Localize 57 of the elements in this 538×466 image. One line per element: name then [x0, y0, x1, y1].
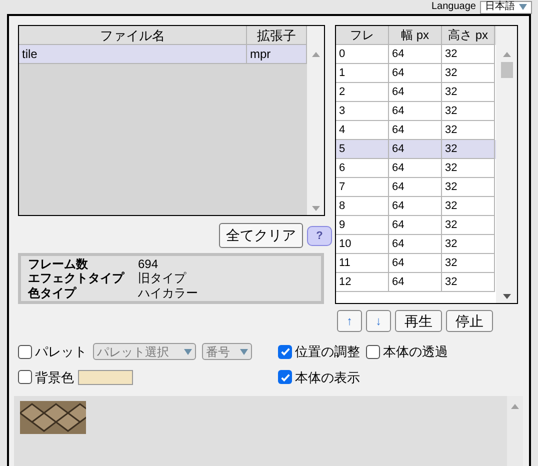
scroll-up-icon[interactable]	[502, 52, 510, 57]
frame-row[interactable]: 3 64 32	[336, 102, 496, 121]
frame-row[interactable]: 10 64 32	[336, 235, 496, 254]
scroll-up-icon[interactable]	[312, 52, 320, 57]
frame-row[interactable]: 1 64 32	[336, 64, 496, 83]
checkbox[interactable]	[18, 370, 32, 384]
frame-row[interactable]: 9 64 32	[336, 216, 496, 235]
table-cell: 12	[336, 273, 389, 292]
color-swatch[interactable]	[78, 370, 133, 385]
checkbox-label: パレット	[35, 343, 87, 361]
stone-tile-image	[20, 401, 86, 434]
language-dropdown[interactable]: 日本語	[480, 0, 532, 14]
table-cell: tile	[19, 45, 247, 64]
playback-button[interactable]: 再生	[395, 310, 442, 332]
clear-all-button[interactable]: 全てクリア	[219, 223, 303, 248]
scroll-thumb[interactable]	[500, 62, 512, 78]
table-cell: 32	[442, 273, 495, 292]
checkbox-label: 本体の表示	[295, 368, 360, 386]
info-label: フレーム数	[28, 257, 89, 272]
info-label: 色タイプ	[28, 286, 78, 300]
info-value: ハイカラー	[138, 286, 199, 300]
frame-row[interactable]: 2 64 32	[336, 83, 496, 102]
scroll-down-icon[interactable]	[502, 294, 510, 299]
info-value: 旧タイプ	[138, 271, 188, 286]
scrollbar[interactable]	[496, 26, 517, 303]
caret-icon	[519, 4, 527, 10]
checkbox[interactable]	[278, 370, 292, 384]
checkbox[interactable]	[18, 344, 32, 359]
checkbox-label: 本体の透過	[383, 343, 448, 361]
checkbox[interactable]	[366, 344, 380, 359]
caret-icon	[240, 348, 248, 355]
frame-row[interactable]: 8 64 32	[336, 197, 496, 216]
checkbox[interactable]	[278, 344, 292, 359]
caret-icon	[184, 348, 192, 355]
file-row[interactable]: tile mpr	[19, 45, 307, 64]
checkbox-label: 位置の調整	[295, 343, 360, 361]
frame-row[interactable]: 4 64 32	[336, 121, 496, 140]
playback-button[interactable]: 停止	[446, 310, 493, 332]
frame-row[interactable]: 6 64 32	[336, 159, 496, 178]
scroll-up-icon[interactable]	[511, 404, 519, 409]
number-dropdown[interactable]: 番号	[202, 343, 252, 360]
checkbox-label: 背景色	[35, 368, 74, 386]
help-button[interactable]: ?	[307, 226, 332, 246]
arrow-button[interactable]: ↑	[337, 310, 362, 332]
info-label: エフェクトタイプ	[28, 271, 126, 286]
frame-row[interactable]: 7 64 32	[336, 178, 496, 197]
frame-row[interactable]: 11 64 32	[336, 254, 496, 273]
scrollbar[interactable]	[507, 396, 523, 466]
arrow-button[interactable]: ↓	[366, 310, 391, 332]
frame-row[interactable]: 5 64 32	[336, 140, 496, 159]
palette-dropdown[interactable]: パレット選択	[93, 343, 196, 360]
scrollbar[interactable]	[307, 26, 324, 215]
frame-row[interactable]: 12 64 32	[336, 273, 496, 292]
frame-row[interactable]: 0 64 32	[336, 45, 496, 64]
table-cell: 64	[389, 273, 442, 292]
language-label: Language	[432, 2, 476, 12]
info-value: 694	[138, 257, 160, 272]
